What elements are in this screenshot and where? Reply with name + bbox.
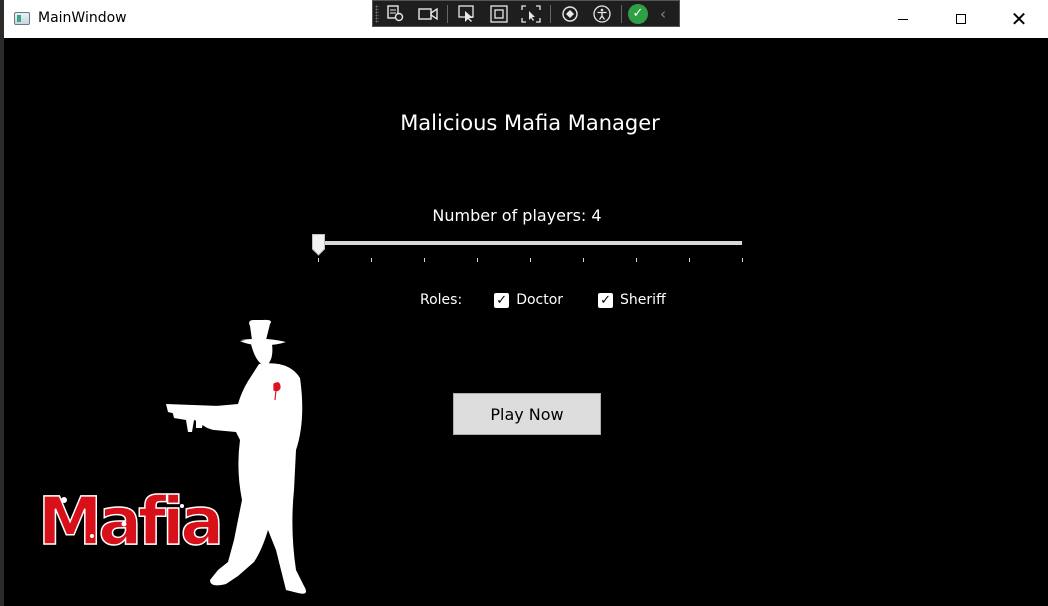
title-bar[interactable]: MainWindow ✓ ‹ ✕ bbox=[4, 0, 1048, 38]
slider-tick bbox=[636, 258, 637, 262]
slider-tick bbox=[424, 258, 425, 262]
hot-reload-icon[interactable] bbox=[557, 3, 583, 25]
players-count-label: Number of players: 4 bbox=[432, 206, 602, 225]
minimize-button[interactable] bbox=[874, 0, 932, 38]
track-focus-icon[interactable] bbox=[518, 3, 544, 25]
record-icon[interactable] bbox=[415, 3, 441, 25]
pointer-select-icon[interactable] bbox=[454, 3, 480, 25]
window-title: MainWindow bbox=[38, 10, 127, 26]
status-ok-icon[interactable]: ✓ bbox=[628, 3, 648, 24]
slider-tick bbox=[477, 258, 478, 262]
doctor-checkbox[interactable]: ✓ Doctor bbox=[494, 292, 563, 308]
play-now-button[interactable]: Play Now bbox=[453, 393, 601, 435]
slider-tick bbox=[530, 258, 531, 262]
window-controls: ✕ bbox=[874, 0, 1048, 38]
close-icon: ✕ bbox=[1010, 7, 1028, 31]
maximize-button[interactable] bbox=[932, 0, 990, 38]
window-app-icon bbox=[14, 12, 30, 25]
slider-tick bbox=[318, 258, 319, 262]
close-button[interactable]: ✕ bbox=[990, 0, 1048, 38]
toolbar-separator bbox=[550, 4, 551, 23]
slider-track[interactable] bbox=[314, 241, 742, 245]
maximize-icon bbox=[956, 14, 966, 24]
roles-label: Roles: bbox=[420, 292, 463, 308]
toolbar-separator bbox=[447, 4, 448, 23]
layout-adorner-icon[interactable] bbox=[486, 3, 512, 25]
mafia-logo-image: Mafia bbox=[37, 319, 306, 594]
players-slider[interactable] bbox=[310, 232, 743, 266]
slider-tick bbox=[742, 258, 743, 262]
slider-tick bbox=[371, 258, 372, 262]
checkbox-checked-icon[interactable]: ✓ bbox=[598, 292, 614, 308]
doctor-checkbox-label: Doctor bbox=[516, 292, 564, 308]
xaml-debug-toolbar: ✓ ‹ bbox=[372, 0, 680, 27]
slider-tick bbox=[689, 258, 690, 262]
collapse-icon[interactable]: ‹ bbox=[654, 3, 672, 25]
checkbox-checked-icon[interactable]: ✓ bbox=[494, 292, 510, 308]
svg-text:Mafia: Mafia bbox=[38, 483, 220, 560]
main-window: MainWindow ✓ ‹ ✕ Malicious Mafia Manager… bbox=[4, 0, 1048, 606]
minimize-icon bbox=[898, 18, 908, 20]
accessibility-icon[interactable] bbox=[589, 3, 615, 25]
sheriff-checkbox[interactable]: ✓ Sheriff bbox=[598, 292, 666, 308]
app-title: Malicious Mafia Manager bbox=[400, 111, 660, 135]
grip-icon[interactable] bbox=[375, 5, 379, 23]
sheriff-checkbox-label: Sheriff bbox=[620, 292, 666, 308]
roles-row: Roles: ✓ Doctor ✓ Sheriff bbox=[420, 292, 701, 308]
slider-thumb[interactable] bbox=[312, 234, 325, 256]
slider-tick bbox=[583, 258, 584, 262]
mafia-logo-text-icon: Mafia bbox=[37, 482, 225, 561]
select-element-icon[interactable] bbox=[383, 3, 409, 25]
toolbar-separator bbox=[621, 4, 622, 23]
